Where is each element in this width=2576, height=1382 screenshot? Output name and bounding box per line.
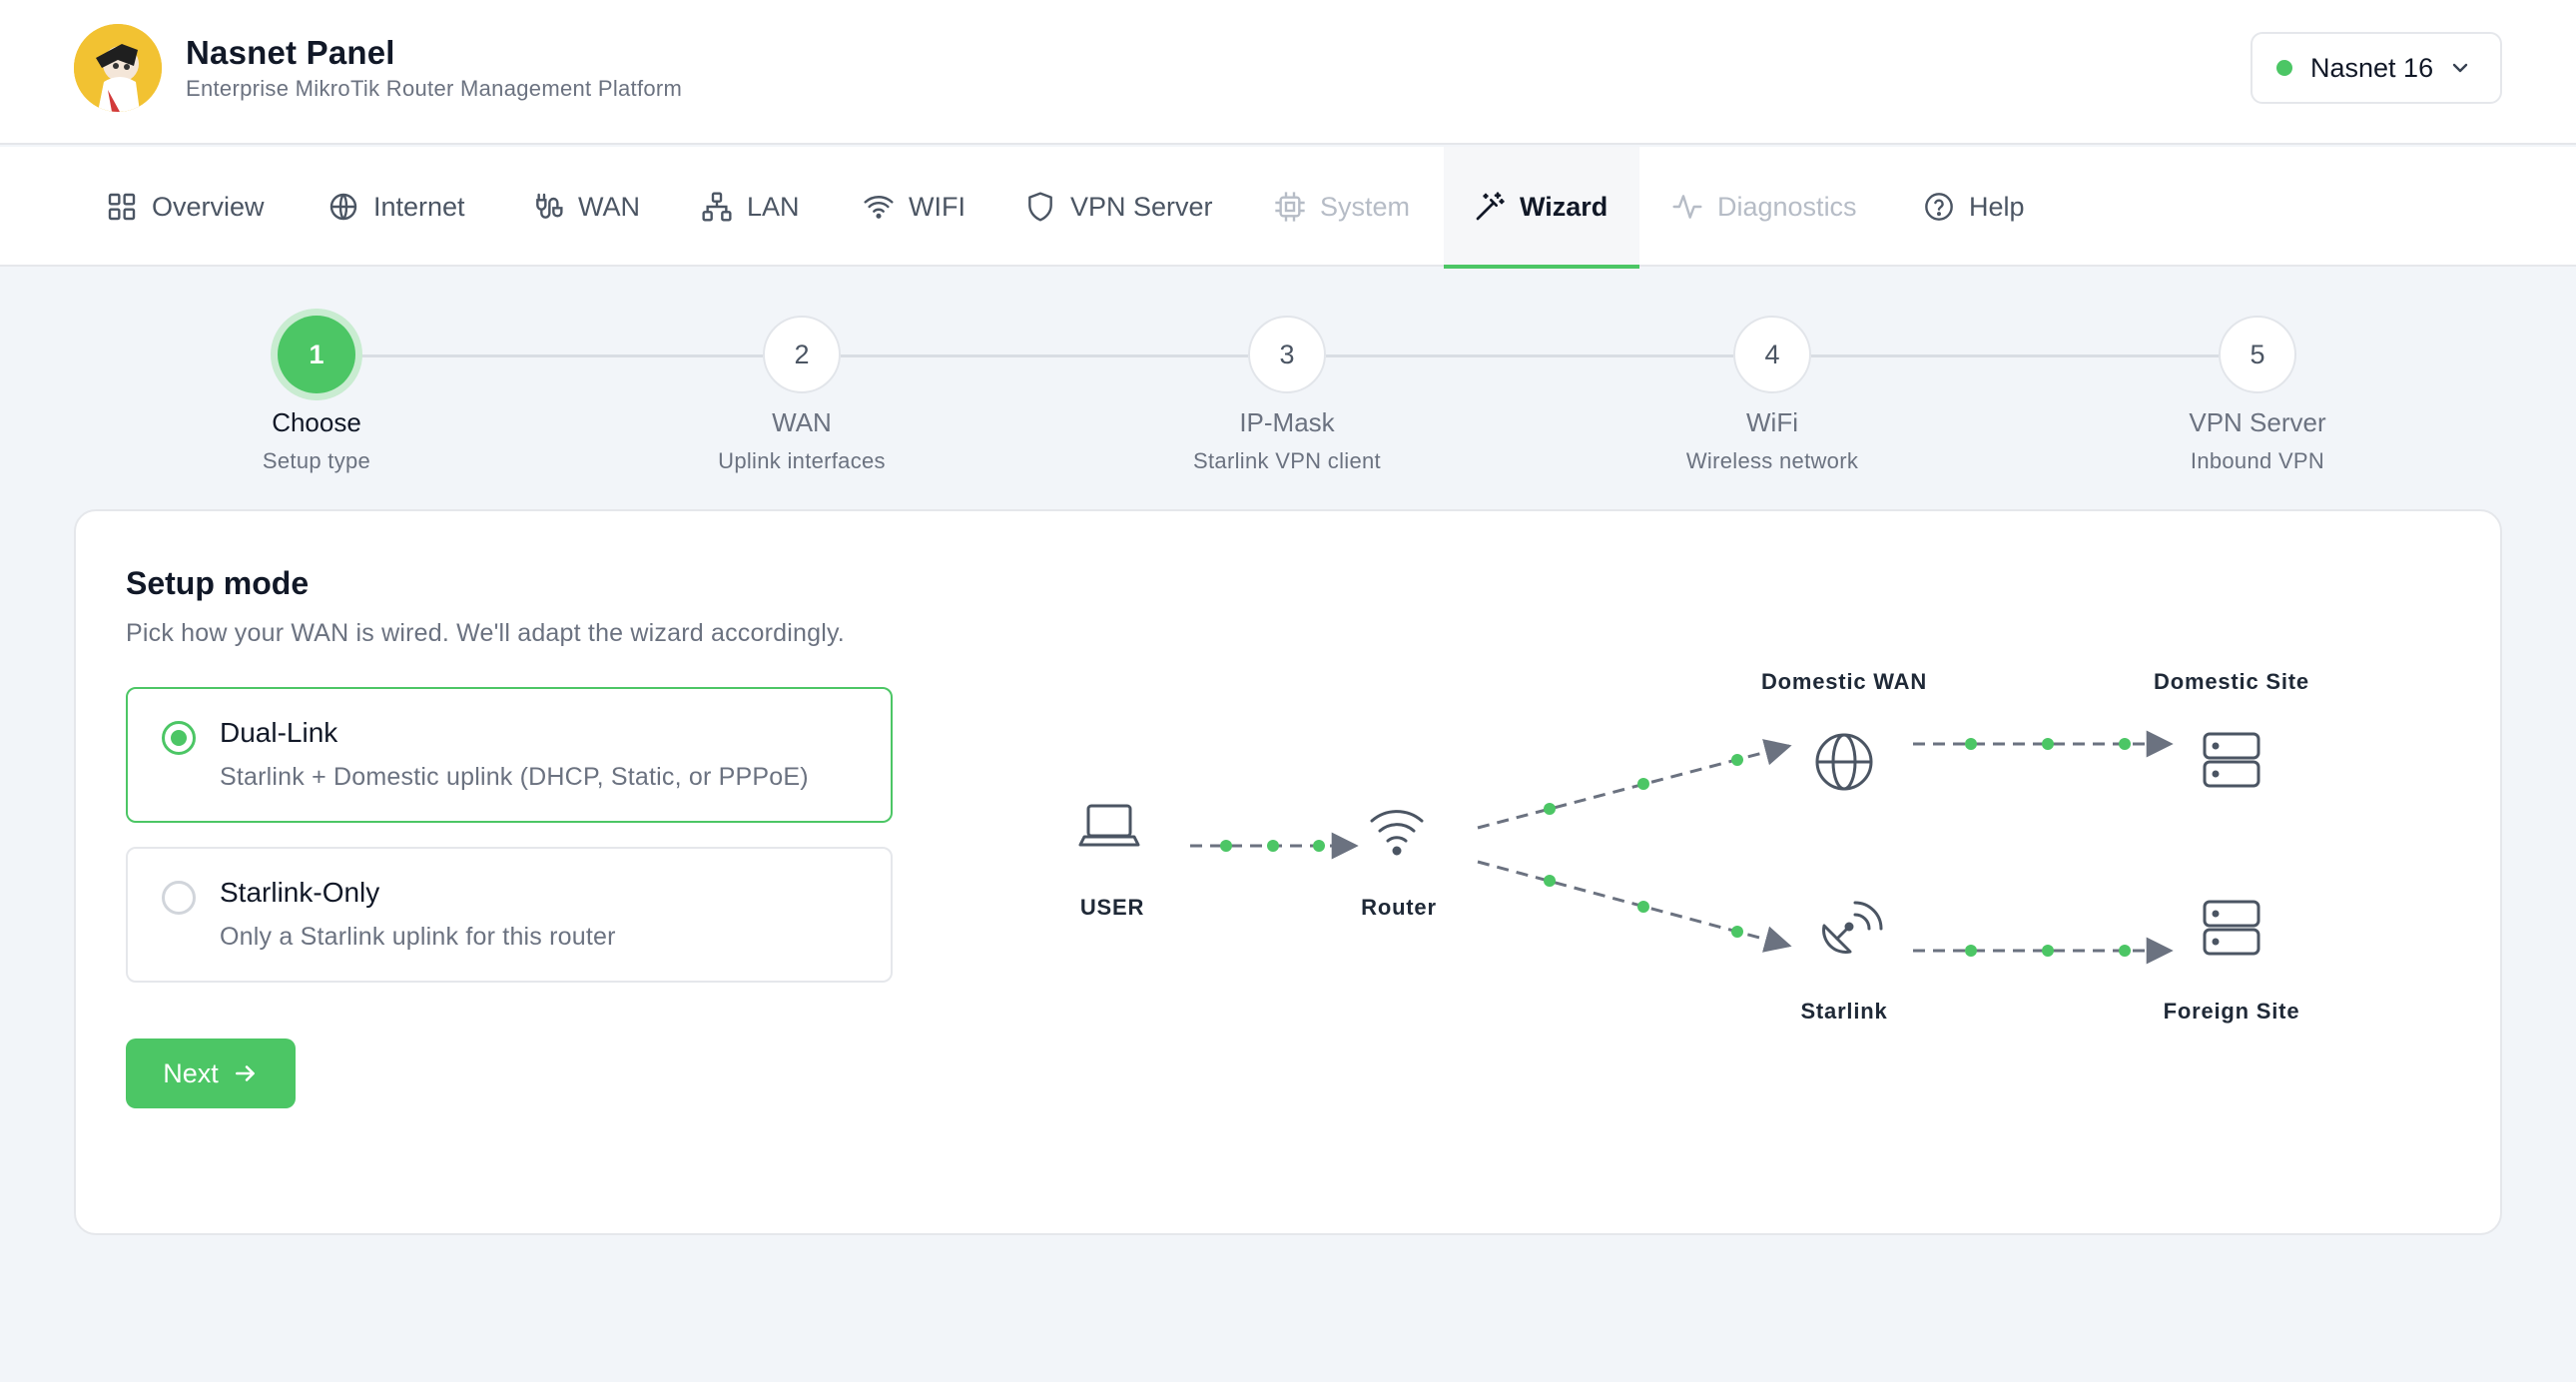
next-button[interactable]: Next <box>126 1038 296 1108</box>
step-subtitle: Inbound VPN <box>2190 448 2325 473</box>
card-subtitle: Pick how your WAN is wired. We'll adapt … <box>126 619 845 647</box>
satellite-dish-icon <box>1822 901 1883 954</box>
node-label-domestic-wan: Domestic WAN <box>1760 669 1928 694</box>
tab-vpn-server[interactable]: VPN Server <box>1024 147 1213 267</box>
tab-system[interactable]: System <box>1274 147 1410 267</box>
step-subtitle: Uplink interfaces <box>718 448 886 473</box>
radio-button[interactable] <box>162 881 196 915</box>
wifi-icon <box>864 196 894 219</box>
tab-label: LAN <box>747 191 800 222</box>
node-label-domestic-site: Domestic Site <box>2154 669 2309 694</box>
step-subtitle: Wireless network <box>1685 448 1859 473</box>
globe-icon <box>1815 733 1873 791</box>
step-choose[interactable]: 1 Choose Setup type <box>167 316 466 474</box>
step-ip-mask[interactable]: 3 IP-Mask Starlink VPN client <box>1137 316 1437 474</box>
tab-wan[interactable]: WAN <box>532 147 640 267</box>
tab-lan[interactable]: LAN <box>701 147 800 267</box>
network-icon <box>702 192 732 222</box>
step-title: IP-Mask <box>1239 407 1335 437</box>
step-number: 3 <box>1248 316 1326 393</box>
app-subtitle: Enterprise MikroTik Router Management Pl… <box>186 76 683 101</box>
main-nav: Overview Internet WAN LAN WIFI VPN Serve… <box>0 147 2576 269</box>
node-label-foreign-site: Foreign Site <box>2163 999 2300 1024</box>
shield-icon <box>1028 192 1052 222</box>
globe-icon <box>329 193 357 221</box>
app-header: Nasnet Panel Enterprise MikroTik Router … <box>0 0 2576 145</box>
step-wifi[interactable]: 4 WiFi Wireless network <box>1622 316 1922 474</box>
step-subtitle: Starlink VPN client <box>1193 448 1381 473</box>
activity-icon <box>1672 195 1702 219</box>
step-number: 2 <box>763 316 841 393</box>
tab-diagnostics[interactable]: Diagnostics <box>1671 147 1857 267</box>
server-icon <box>2203 900 2260 956</box>
step-vpn-server[interactable]: 5 VPN Server Inbound VPN <box>2108 316 2407 474</box>
router-selector[interactable]: Nasnet 16 <box>2251 32 2502 104</box>
option-starlink-only[interactable]: Starlink-Only Only a Starlink uplink for… <box>126 847 893 983</box>
arrow-right-icon <box>235 1065 255 1081</box>
router-domestic-link <box>1477 739 1792 830</box>
step-number: 4 <box>1733 316 1811 393</box>
tab-label: Overview <box>152 191 265 222</box>
foreign-site-link <box>1913 937 2174 965</box>
node-label-user: USER <box>1079 895 1145 920</box>
magic-wand-icon <box>1476 192 1505 221</box>
tab-label: System <box>1320 191 1411 222</box>
step-title: WAN <box>772 407 832 437</box>
app-title: Nasnet Panel <box>186 34 395 71</box>
tab-label: Help <box>1969 191 2025 222</box>
tab-label: WIFI <box>909 191 966 222</box>
tab-label: VPN Server <box>1070 191 1213 222</box>
card-title: Setup mode <box>126 565 310 601</box>
step-wan[interactable]: 2 WAN Uplink interfaces <box>652 316 952 474</box>
router-selector-label: Nasnet 16 <box>2310 52 2434 83</box>
step-subtitle: Setup type <box>262 448 371 473</box>
step-title: WiFi <box>1746 407 1798 437</box>
step-number: 5 <box>2219 316 2296 393</box>
option-title: Starlink-Only <box>220 877 380 908</box>
tab-label: WAN <box>578 191 640 222</box>
next-button-label: Next <box>163 1057 219 1088</box>
domestic-site-link <box>1913 730 2174 758</box>
logo-avatar <box>74 24 162 112</box>
router-wifi-icon <box>1370 810 1424 856</box>
grid-icon <box>108 193 136 221</box>
tab-wizard[interactable]: Wizard <box>1444 147 1639 269</box>
router-status-dot <box>2276 60 2292 76</box>
option-dual-link[interactable]: Dual-Link Starlink + Domestic uplink (DH… <box>126 687 893 823</box>
tab-internet[interactable]: Internet <box>327 147 465 267</box>
tab-label: Diagnostics <box>1717 191 1857 222</box>
tab-label: Internet <box>373 191 465 222</box>
node-label-router: Router <box>1361 895 1437 920</box>
tab-help[interactable]: Help <box>1923 147 2025 267</box>
tab-label: Wizard <box>1520 191 1609 222</box>
wizard-stepper: 1 Choose Setup type 2 WAN Uplink interfa… <box>0 268 2576 507</box>
user-router-link <box>1190 832 1359 860</box>
cable-icon <box>536 193 563 219</box>
radio-button[interactable] <box>162 721 196 755</box>
help-circle-icon <box>1925 193 1953 221</box>
tab-wifi[interactable]: WIFI <box>863 147 966 267</box>
step-title: Choose <box>272 407 361 437</box>
laptop-icon <box>1078 804 1140 847</box>
option-description: Starlink + Domestic uplink (DHCP, Static… <box>220 763 809 791</box>
node-label-starlink: Starlink <box>1800 999 1888 1024</box>
setup-mode-card: Setup mode Pick how your WAN is wired. W… <box>74 509 2502 1235</box>
option-title: Dual-Link <box>220 717 338 748</box>
tab-overview[interactable]: Overview <box>106 147 265 267</box>
chevron-down-icon <box>2452 63 2468 73</box>
step-title: VPN Server <box>2189 407 2326 437</box>
option-description: Only a Starlink uplink for this router <box>220 923 616 951</box>
cpu-icon <box>1275 192 1305 222</box>
server-icon <box>2203 732 2260 788</box>
step-number: 1 <box>278 316 355 393</box>
